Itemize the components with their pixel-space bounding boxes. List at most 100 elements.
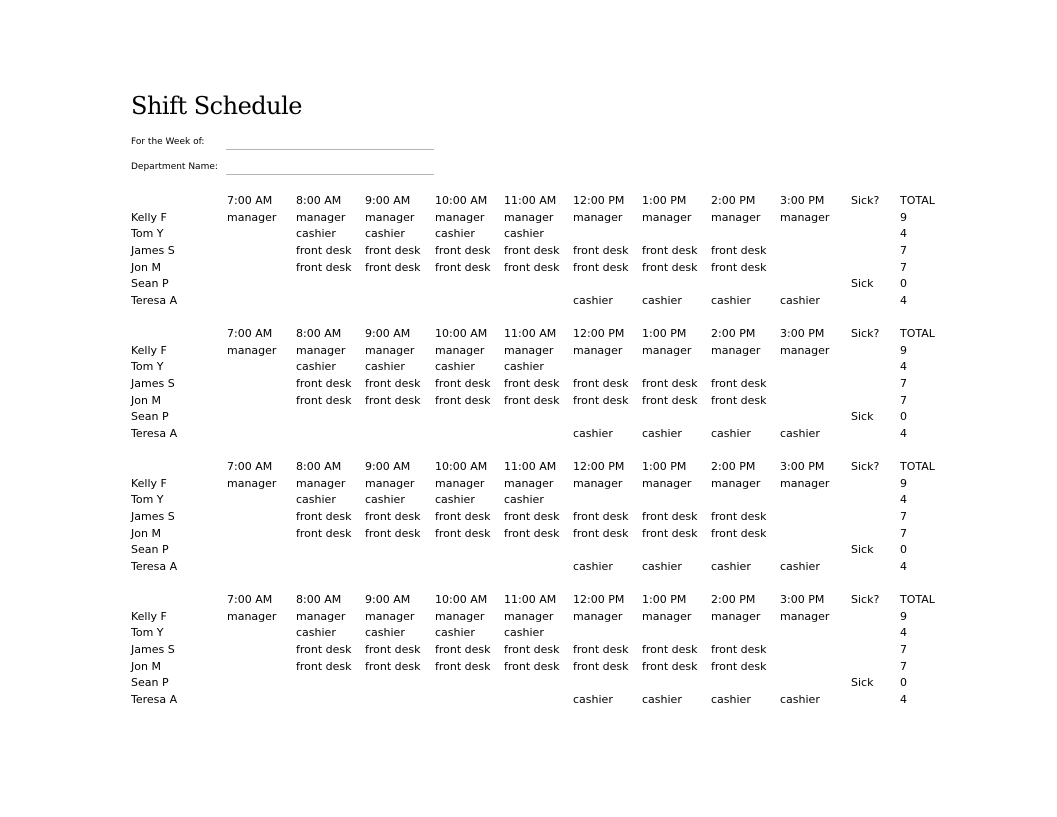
table-row: Tom Y cashier cashier cashier cashier 4 [131, 492, 951, 509]
shift-cell: cashier [711, 294, 751, 308]
shift-cell: manager [296, 210, 346, 224]
shift-cell: front desk [365, 244, 421, 258]
schedule-block: 7:00 AM 8:00 AM 9:00 AM 10:00 AM 11:00 AM 12:… [131, 459, 951, 576]
sick-cell: Sick [851, 543, 874, 557]
table-row: Sean P Sick 0 [131, 409, 951, 426]
column-header: 10:00 AM [435, 194, 488, 207]
schedule-block: 7:00 AM 8:00 AM 9:00 AM 10:00 AM 11:00 AM 12:… [131, 592, 951, 709]
shift-cell: front desk [642, 643, 698, 657]
shift-cell: manager [227, 343, 277, 357]
shift-cell: manager [504, 609, 554, 623]
column-header: 7:00 AM [227, 593, 273, 606]
sick-cell: Sick [851, 676, 874, 690]
shift-cell: front desk [573, 510, 629, 524]
shift-cell: front desk [435, 526, 491, 540]
week-of-field[interactable] [226, 149, 434, 150]
column-header: 1:00 PM [642, 194, 687, 207]
employee-name: James S [131, 377, 175, 391]
shift-cell: manager [227, 476, 277, 490]
shift-cell: front desk [435, 260, 491, 274]
table-row: Tom Y cashier cashier cashier cashier 4 [131, 226, 951, 243]
shift-cell: manager [504, 343, 554, 357]
column-header: Sick? [851, 327, 880, 340]
shift-cell: cashier [573, 294, 613, 308]
column-header: 3:00 PM [780, 593, 825, 606]
shift-cell: cashier [435, 626, 475, 640]
total-cell: 7 [900, 260, 907, 274]
shift-cell: manager [573, 210, 623, 224]
shift-cell: manager [365, 343, 415, 357]
shift-cell: front desk [365, 659, 421, 673]
column-header: 2:00 PM [711, 194, 756, 207]
column-header: 12:00 PM [573, 593, 625, 606]
shift-cell: manager [711, 476, 761, 490]
shift-cell: front desk [365, 377, 421, 391]
total-cell: 4 [900, 427, 907, 441]
shift-cell: front desk [642, 244, 698, 258]
total-cell: 7 [900, 393, 907, 407]
employee-name: Kelly F [131, 343, 167, 357]
total-cell: 4 [900, 493, 907, 507]
employee-name: Sean P [131, 543, 169, 557]
total-cell: 7 [900, 510, 907, 524]
shift-cell: cashier [642, 427, 682, 441]
column-header: 10:00 AM [435, 460, 488, 473]
employee-name: Tom Y [131, 360, 164, 374]
column-header: TOTAL [900, 327, 935, 340]
column-header: 11:00 AM [504, 460, 557, 473]
shift-cell: manager [711, 609, 761, 623]
shift-cell: front desk [504, 526, 560, 540]
total-cell: 7 [900, 377, 907, 391]
department-name-field[interactable] [226, 174, 434, 175]
shift-cell: cashier [365, 493, 405, 507]
total-cell: 9 [900, 609, 907, 623]
header-row: 7:00 AM 8:00 AM 9:00 AM 10:00 AM 11:00 AM 12:… [131, 193, 951, 210]
shift-cell: manager [296, 343, 346, 357]
employee-name: Teresa A [131, 427, 178, 441]
shift-cell: cashier [780, 294, 820, 308]
shift-cell: cashier [642, 693, 682, 707]
employee-name: James S [131, 510, 175, 524]
shift-cell: front desk [642, 510, 698, 524]
column-header: 3:00 PM [780, 460, 825, 473]
shift-cell: front desk [365, 510, 421, 524]
table-row: Teresa A cashier cashier cashier cashier 4 [131, 426, 951, 443]
shift-cell: manager [435, 609, 485, 623]
shift-cell: cashier [296, 360, 336, 374]
shift-cell: cashier [365, 360, 405, 374]
shift-cell: front desk [573, 244, 629, 258]
shift-cell: front desk [435, 377, 491, 391]
total-cell: 4 [900, 560, 907, 574]
total-cell: 4 [900, 360, 907, 374]
shift-cell: cashier [296, 227, 336, 241]
shift-cell: manager [227, 210, 277, 224]
table-row: Kelly F manager manager manager manager manag… [131, 609, 951, 626]
employee-name: Teresa A [131, 693, 178, 707]
table-row: Tom Y cashier cashier cashier cashier 4 [131, 625, 951, 642]
column-header: 1:00 PM [642, 327, 687, 340]
shift-cell: front desk [711, 393, 767, 407]
shift-cell: front desk [573, 260, 629, 274]
shift-cell: manager [504, 210, 554, 224]
shift-cell: front desk [365, 393, 421, 407]
employee-name: Teresa A [131, 294, 178, 308]
employee-name: Jon M [131, 260, 161, 274]
shift-cell: cashier [296, 626, 336, 640]
shift-cell: front desk [711, 377, 767, 391]
column-header: 9:00 AM [365, 593, 411, 606]
week-of-label: For the Week of: [131, 137, 205, 147]
shift-cell: front desk [711, 526, 767, 540]
shift-cell: cashier [573, 427, 613, 441]
shift-cell: cashier [296, 493, 336, 507]
shift-cell: front desk [365, 643, 421, 657]
header-row: 7:00 AM 8:00 AM 9:00 AM 10:00 AM 11:00 AM 12:… [131, 592, 951, 609]
column-header: 8:00 AM [296, 460, 342, 473]
sick-cell: Sick [851, 410, 874, 424]
shift-cell: cashier [642, 294, 682, 308]
shift-cell: cashier [780, 427, 820, 441]
shift-cell: front desk [435, 643, 491, 657]
shift-cell: front desk [296, 659, 352, 673]
employee-name: Sean P [131, 277, 169, 291]
shift-cell: front desk [504, 510, 560, 524]
shift-cell: cashier [780, 560, 820, 574]
